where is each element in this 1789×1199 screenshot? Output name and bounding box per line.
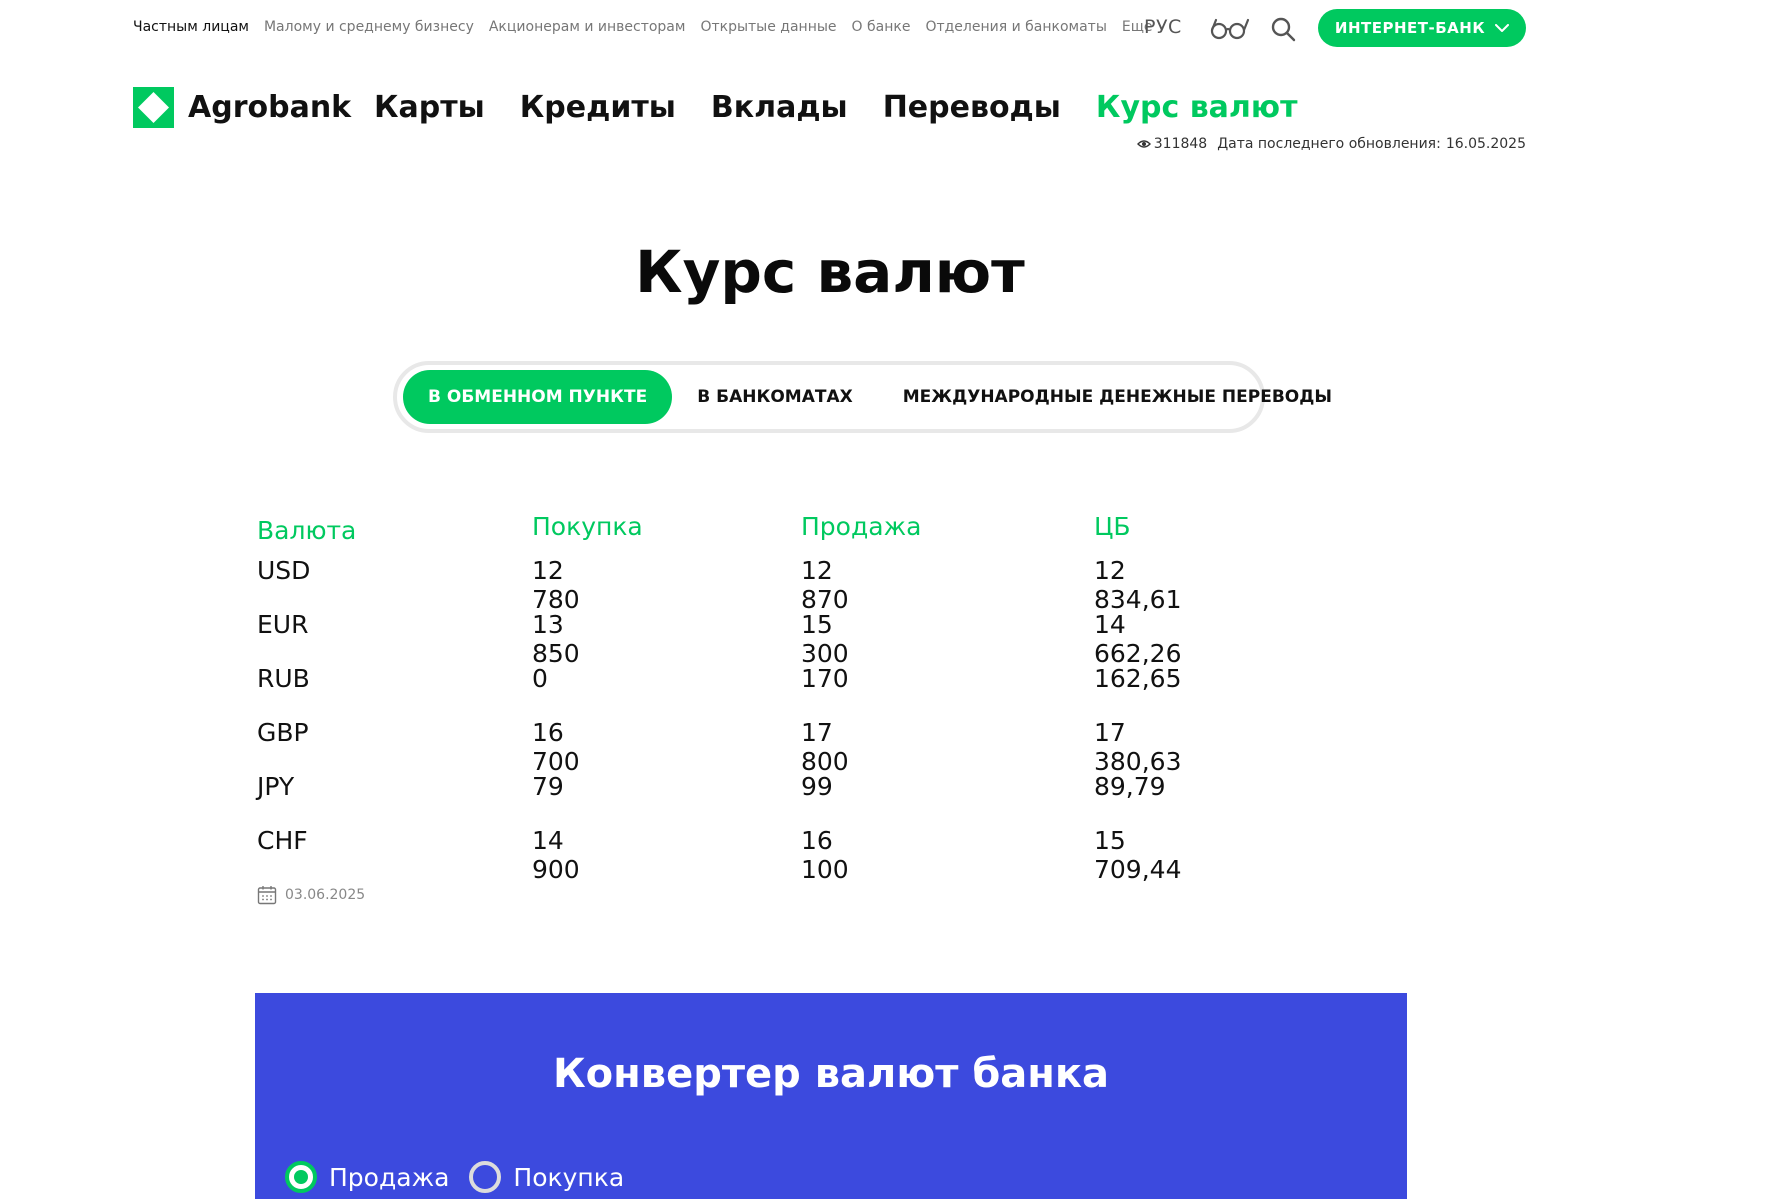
language-switcher[interactable]: РУС: [1144, 16, 1182, 38]
cb-rate: 14 662,26: [1094, 610, 1182, 668]
radio-sell[interactable]: Продажа: [285, 1161, 449, 1193]
buy-rate: 0: [532, 664, 548, 693]
cb-rate: 15 709,44: [1094, 826, 1182, 884]
page-meta: 311848 Дата последнего обновления: 16.05…: [1136, 136, 1526, 152]
header-buy: Покупка: [532, 512, 643, 541]
buy-rate: 13 850: [532, 610, 580, 668]
cb-rate: 17 380,63: [1094, 718, 1182, 776]
buy-rate: 16 700: [532, 718, 580, 776]
eye-icon: [1136, 140, 1151, 148]
topnav-private-persons[interactable]: Частным лицам: [133, 19, 249, 35]
currency-converter: Конвертер валют банка Продажа Покупка: [255, 993, 1407, 1199]
buy-rate: 14 900: [532, 826, 580, 884]
radio-selected-icon: [285, 1161, 317, 1193]
converter-mode: Продажа Покупка: [285, 1161, 624, 1193]
currency-code: JPY: [257, 772, 295, 801]
rates-date-value: 03.06.2025: [285, 887, 366, 903]
page-title: Курс валют: [635, 238, 1025, 306]
search-icon[interactable]: [1270, 16, 1296, 42]
agrobank-logo[interactable]: Agrobank: [133, 87, 351, 128]
cb-rate: 12 834,61: [1094, 556, 1182, 614]
sell-rate: 99: [801, 772, 833, 801]
topnav-shareholders[interactable]: Акционерам и инвесторам: [489, 19, 686, 35]
header-currency: Валюта: [257, 516, 357, 545]
radio-empty-icon: [469, 1161, 502, 1193]
currency-code: GBP: [257, 718, 309, 747]
tab-exchange-office[interactable]: В ОБМЕННОМ ПУНКТЕ: [403, 370, 673, 424]
mainnav-transfers[interactable]: Переводы: [883, 90, 1061, 125]
buy-rate: 79: [532, 772, 564, 801]
internet-bank-button[interactable]: ИНТЕРНЕТ-БАНК: [1318, 9, 1526, 47]
internet-bank-label: ИНТЕРНЕТ-БАНК: [1334, 19, 1486, 37]
topnav-branches-atms[interactable]: Отделения и банкоматы: [925, 19, 1106, 35]
glasses-icon[interactable]: [1208, 16, 1250, 40]
currency-code: USD: [257, 556, 311, 585]
tab-international-transfers[interactable]: МЕЖДУНАРОДНЫЕ ДЕНЕЖНЫЕ ПЕРЕВОДЫ: [878, 370, 1357, 424]
sell-rate: 170: [801, 664, 849, 693]
sell-rate: 17 800: [801, 718, 849, 776]
topnav-open-data[interactable]: Открытые данные: [700, 19, 836, 35]
main-navigation: Карты Кредиты Вклады Переводы Курс валют: [374, 90, 1297, 125]
calendar-icon: [257, 886, 277, 905]
radio-buy[interactable]: Покупка: [469, 1161, 624, 1193]
views-counter: 311848: [1136, 136, 1208, 152]
tab-atms[interactable]: В БАНКОМАТАХ: [672, 370, 878, 424]
radio-buy-label: Покупка: [513, 1162, 625, 1192]
rates-date[interactable]: 03.06.2025: [257, 885, 365, 905]
converter-title: Конвертер валют банка: [552, 1051, 1110, 1097]
currency-code: EUR: [257, 610, 309, 639]
updated-label: Дата последнего обновления:: [1217, 136, 1441, 152]
updated-date: 16.05.2025: [1445, 136, 1526, 152]
cb-rate: 89,79: [1094, 772, 1166, 801]
mainnav-credits[interactable]: Кредиты: [520, 90, 676, 125]
currency-code: CHF: [257, 826, 308, 855]
header-sell: Продажа: [801, 512, 922, 541]
currency-code: RUB: [257, 664, 310, 693]
sell-rate: 15 300: [801, 610, 849, 668]
views-count: 311848: [1153, 136, 1208, 152]
logo-text: Agrobank: [188, 90, 352, 125]
mainnav-deposits[interactable]: Вклады: [711, 90, 848, 125]
topnav-small-business[interactable]: Малому и среднему бизнесу: [264, 19, 474, 35]
topnav-about-bank[interactable]: О банке: [852, 19, 911, 35]
sell-rate: 16 100: [801, 826, 849, 884]
sell-rate: 12 870: [801, 556, 849, 614]
header-cb: ЦБ: [1094, 512, 1131, 541]
rate-source-tabs: В ОБМЕННОМ ПУНКТЕ В БАНКОМАТАХ МЕЖДУНАРО…: [393, 361, 1332, 433]
radio-sell-label: Продажа: [329, 1162, 450, 1192]
cb-rate: 162,65: [1094, 664, 1182, 693]
top-navigation: Частным лицам Малому и среднему бизнесу …: [133, 19, 1153, 35]
logo-mark-icon: [133, 87, 174, 128]
chevron-down-icon: [1495, 23, 1510, 32]
mainnav-cards[interactable]: Карты: [374, 90, 485, 125]
mainnav-exchange-rates[interactable]: Курс валют: [1096, 90, 1298, 125]
buy-rate: 12 780: [532, 556, 580, 614]
